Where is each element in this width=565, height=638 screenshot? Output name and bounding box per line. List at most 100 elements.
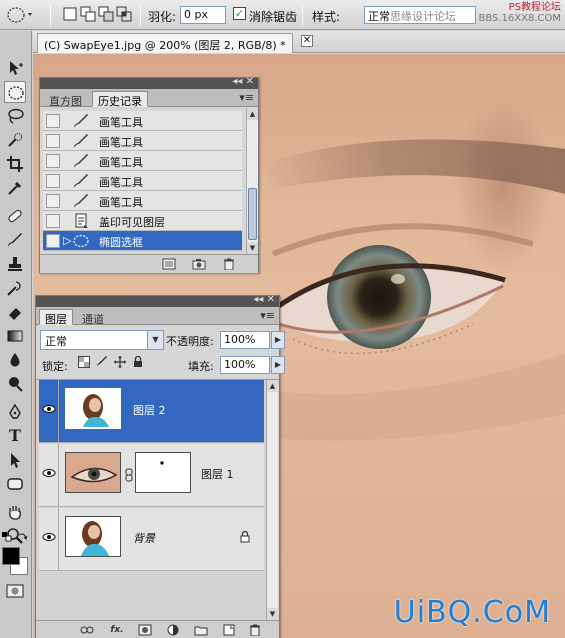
- type-tool[interactable]: T: [4, 425, 26, 447]
- new-snapshot-icon[interactable]: [192, 258, 206, 270]
- lock-image-pixels-icon[interactable]: [96, 356, 108, 368]
- history-item[interactable]: 画笔工具: [43, 171, 242, 191]
- intersect-selection-icon[interactable]: [116, 6, 132, 22]
- dodge-tool[interactable]: [4, 373, 26, 395]
- mask-link-icon[interactable]: [125, 468, 133, 482]
- clone-stamp-tool[interactable]: [4, 253, 26, 275]
- tab-histogram[interactable]: 直方图: [43, 91, 88, 108]
- layers-scrollbar[interactable]: ▲ ▼: [266, 380, 278, 620]
- layer-name[interactable]: 背景: [133, 530, 155, 546]
- history-panel-titlebar[interactable]: ◂◂ ✕: [40, 76, 258, 89]
- history-item[interactable]: 画笔工具: [43, 131, 242, 151]
- opacity-value: 100%: [224, 333, 256, 346]
- scroll-up-arrow-icon[interactable]: ▲: [247, 108, 258, 120]
- lock-position-icon[interactable]: [114, 356, 126, 368]
- eye-visibility-icon[interactable]: [41, 465, 57, 481]
- new-layer-icon[interactable]: [222, 624, 236, 636]
- new-selection-icon[interactable]: [62, 6, 78, 22]
- scroll-down-arrow-icon[interactable]: ▼: [247, 242, 258, 254]
- mask-icon[interactable]: [138, 624, 152, 636]
- history-item[interactable]: 画笔工具: [43, 151, 242, 171]
- antialias-checkbox[interactable]: ✓: [233, 7, 246, 20]
- add-to-selection-icon[interactable]: [80, 6, 96, 22]
- history-item[interactable]: 画笔工具: [43, 111, 242, 131]
- eye-visibility-icon[interactable]: [41, 401, 57, 417]
- tab-history[interactable]: 历史记录: [92, 91, 148, 108]
- layer-thumbnail[interactable]: [65, 516, 121, 557]
- move-tool[interactable]: [4, 57, 26, 79]
- document-tab[interactable]: (C) SwapEye1.jpg @ 200% (图层 2, RGB/8) *: [37, 33, 293, 53]
- layer-thumbnail[interactable]: [65, 452, 121, 493]
- eyedropper-tool[interactable]: [4, 177, 26, 199]
- panel-collapse-close-controls[interactable]: ◂◂ ✕: [232, 76, 254, 87]
- gradient-tool[interactable]: [4, 325, 26, 347]
- scroll-up-arrow-icon[interactable]: ▲: [267, 380, 278, 392]
- swap-colors-icon[interactable]: [18, 531, 28, 541]
- trash-icon[interactable]: [248, 624, 262, 637]
- history-scrollbar[interactable]: ▲ ▼: [246, 108, 258, 254]
- layer-thumbnail[interactable]: [65, 388, 121, 429]
- blend-mode-select[interactable]: 正常 ▼: [40, 330, 164, 350]
- snapshot-source-box[interactable]: [46, 174, 60, 188]
- layers-panel-titlebar[interactable]: ◂◂ ✕: [36, 294, 279, 307]
- history-item[interactable]: 画笔工具: [43, 191, 242, 211]
- panel-collapse-close-controls[interactable]: ◂◂ ✕: [253, 294, 275, 305]
- layer-name[interactable]: 图层 2: [133, 402, 166, 418]
- lock-transparent-pixels-icon[interactable]: [78, 356, 90, 368]
- eye-visibility-icon[interactable]: [41, 529, 57, 545]
- adjustment-icon[interactable]: [166, 624, 180, 636]
- tab-channels[interactable]: 通道: [76, 309, 110, 326]
- shape-tool[interactable]: [4, 473, 26, 495]
- opacity-slider-arrow-icon[interactable]: ▶: [271, 331, 285, 349]
- layer-row-selected[interactable]: 图层 2: [39, 380, 264, 443]
- feather-input[interactable]: 0 px: [180, 6, 226, 24]
- chevron-down-icon[interactable]: ▼: [147, 331, 163, 349]
- history-brush-tool[interactable]: [4, 277, 26, 299]
- pen-tool[interactable]: [4, 401, 26, 423]
- lock-all-icon[interactable]: [132, 355, 144, 368]
- elliptical-marquee-tool[interactable]: [4, 81, 26, 103]
- snapshot-source-box[interactable]: [46, 214, 60, 228]
- foreground-color-swatch-front[interactable]: [2, 547, 20, 565]
- history-panel-menu-icon[interactable]: ▾≡: [239, 91, 254, 104]
- eraser-tool[interactable]: [4, 301, 26, 323]
- default-colors-icon[interactable]: [2, 531, 12, 542]
- delete-state-icon[interactable]: [222, 258, 236, 271]
- fx-icon[interactable]: fx.: [108, 624, 126, 636]
- style-select[interactable]: 正常思缘设计论坛: [364, 6, 476, 24]
- new-document-from-state-icon[interactable]: [162, 258, 176, 270]
- rounded-rectangle-icon: [7, 478, 23, 490]
- quick-mask-icon[interactable]: [6, 584, 24, 598]
- snapshot-source-box[interactable]: [46, 194, 60, 208]
- snapshot-source-box[interactable]: [46, 134, 60, 148]
- snapshot-source-box[interactable]: [46, 234, 60, 248]
- close-document-icon[interactable]: ✕: [301, 35, 313, 47]
- opacity-input[interactable]: 100% ▶: [220, 331, 285, 349]
- fill-slider-arrow-icon[interactable]: ▶: [271, 356, 285, 374]
- brush-tool[interactable]: [4, 229, 26, 251]
- quick-selection-tool[interactable]: [4, 129, 26, 151]
- scroll-down-arrow-icon[interactable]: ▼: [267, 608, 278, 620]
- path-selection-tool[interactable]: [4, 449, 26, 471]
- subtract-from-selection-icon[interactable]: [98, 6, 114, 22]
- group-icon[interactable]: [194, 624, 208, 636]
- layer-mask-thumbnail[interactable]: [135, 452, 191, 493]
- tab-layers[interactable]: 图层: [39, 309, 73, 326]
- layer-name[interactable]: 图层 1: [201, 466, 234, 482]
- snapshot-source-box[interactable]: [46, 114, 60, 128]
- lasso-tool[interactable]: [4, 105, 26, 127]
- history-item-selected[interactable]: ▷ 椭圆选框: [43, 231, 242, 251]
- elliptical-marquee-tool-preset-icon[interactable]: [6, 6, 36, 24]
- hand-tool[interactable]: [4, 501, 26, 523]
- fill-input[interactable]: 100% ▶: [220, 356, 285, 374]
- history-item[interactable]: 盖印可见图层: [43, 211, 242, 231]
- healing-brush-tool[interactable]: [4, 205, 26, 227]
- snapshot-source-box[interactable]: [46, 154, 60, 168]
- crop-tool[interactable]: [4, 153, 26, 175]
- layer-row[interactable]: 图层 1: [39, 444, 264, 507]
- layers-panel-menu-icon[interactable]: ▾≡: [260, 309, 275, 322]
- link-icon[interactable]: [80, 624, 94, 636]
- scrollbar-thumb[interactable]: [248, 188, 257, 240]
- blur-tool[interactable]: [4, 349, 26, 371]
- layer-row[interactable]: 背景: [39, 508, 264, 571]
